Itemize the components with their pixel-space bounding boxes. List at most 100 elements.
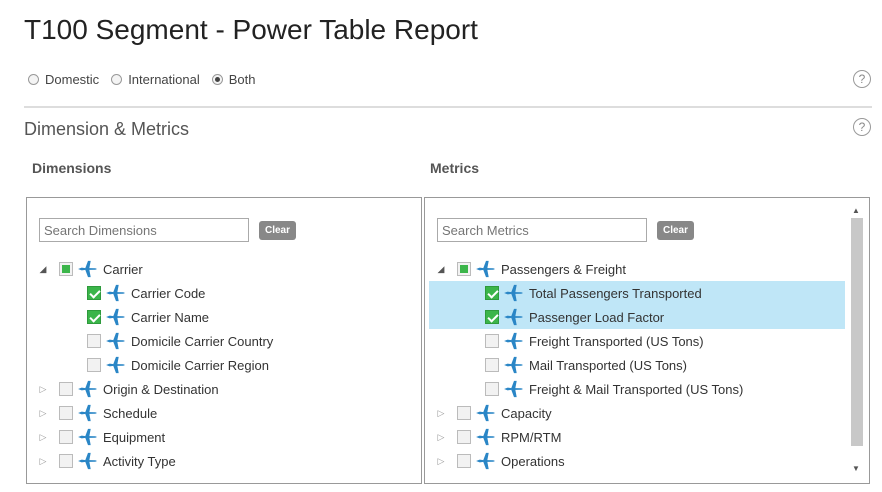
tree-node[interactable]: Freight Transported (US Tons) [429, 329, 845, 353]
checkbox[interactable] [457, 454, 471, 468]
checkbox[interactable] [485, 358, 499, 372]
expand-arrow-icon[interactable]: ▷ [39, 408, 47, 419]
checkbox[interactable] [59, 430, 73, 444]
tree-node[interactable]: Passenger Load Factor [429, 305, 845, 329]
checkbox[interactable] [485, 334, 499, 348]
radio-button[interactable] [28, 74, 39, 85]
tree-node[interactable]: Total Passengers Transported [429, 281, 845, 305]
collapse-arrow-icon[interactable]: ◢ [437, 264, 445, 275]
expand-arrow-icon[interactable]: ▷ [437, 432, 445, 443]
dimensions-search-input[interactable] [39, 218, 249, 242]
scope-option-both[interactable]: Both [211, 72, 256, 87]
scroll-up-icon[interactable]: ▲ [852, 206, 860, 215]
checkbox[interactable] [457, 262, 471, 276]
tree-node[interactable]: Carrier Code [31, 281, 421, 305]
tree-node[interactable]: ▷ Operations [429, 449, 845, 473]
tree-node-label: Carrier [103, 261, 143, 277]
checkbox[interactable] [87, 286, 101, 300]
tree-node-label: Activity Type [103, 453, 176, 469]
plane-icon [503, 356, 525, 374]
plane-icon [475, 404, 497, 422]
checkbox[interactable] [87, 358, 101, 372]
tree-node-label: Schedule [103, 405, 158, 421]
tree-node[interactable]: ▷ Equipment [31, 425, 421, 449]
metrics-search-input[interactable] [437, 218, 647, 242]
tree-node[interactable]: ▷ Capacity [429, 401, 845, 425]
dimensions-tree: ◢ Carrier Carrier Code Carrier Name Domicile… [31, 257, 421, 473]
tree-node-label: Freight & Mail Transported (US Tons) [529, 381, 744, 397]
scope-radio-group: Domestic International Both [28, 72, 268, 87]
tree-node[interactable]: Domicile Carrier Region [31, 353, 421, 377]
section-title: Dimension & Metrics [24, 119, 190, 139]
tree-node-label: Domicile Carrier Country [131, 333, 274, 349]
tree-node[interactable]: ◢ Passengers & Freight [429, 257, 845, 281]
divider [24, 106, 872, 108]
dimensions-label: Dimensions [32, 160, 112, 176]
plane-icon [77, 452, 99, 470]
metrics-clear-button[interactable]: Clear [657, 220, 695, 240]
tree-node[interactable]: Carrier Name [31, 305, 421, 329]
tree-node-label: Capacity [501, 405, 552, 421]
plane-icon [105, 332, 127, 350]
plane-icon [503, 380, 525, 398]
tree-node[interactable]: Freight & Mail Transported (US Tons) [429, 377, 845, 401]
plane-icon [475, 428, 497, 446]
radio-button[interactable] [111, 74, 123, 85]
tree-node[interactable]: ▷ RPM/RTM [429, 425, 845, 449]
radio-button[interactable] [211, 74, 223, 85]
plane-icon [503, 284, 525, 302]
checkbox[interactable] [457, 406, 471, 420]
checkbox[interactable] [87, 310, 101, 324]
plane-icon [105, 284, 127, 302]
tree-node[interactable]: Domicile Carrier Country [31, 329, 421, 353]
metrics-scrollbar[interactable]: ▲ ▼ [847, 198, 869, 483]
collapse-arrow-icon[interactable]: ◢ [39, 264, 47, 275]
plane-icon [503, 332, 525, 350]
plane-icon [503, 308, 525, 326]
dimensions-search-row: Clear [39, 218, 297, 242]
radio-label: Domestic [45, 72, 100, 87]
scroll-thumb[interactable] [851, 218, 863, 446]
radio-label: Both [228, 72, 256, 87]
scope-help-icon[interactable]: ? [853, 70, 871, 88]
plane-icon [77, 404, 99, 422]
checkbox[interactable] [59, 406, 73, 420]
dimensions-clear-button[interactable]: Clear [259, 220, 297, 240]
tree-node-label: Freight Transported (US Tons) [529, 333, 704, 349]
tree-node-label: Mail Transported (US Tons) [529, 357, 687, 373]
checkbox[interactable] [59, 454, 73, 468]
expand-arrow-icon[interactable]: ▷ [39, 432, 47, 443]
checkbox[interactable] [457, 430, 471, 444]
plane-icon [475, 260, 497, 278]
checkbox[interactable] [59, 262, 73, 276]
tree-node[interactable]: Mail Transported (US Tons) [429, 353, 845, 377]
tree-node[interactable]: ▷ Origin & Destination [31, 377, 421, 401]
scope-option-international[interactable]: International [111, 72, 200, 87]
tree-node[interactable]: ◢ Carrier [31, 257, 421, 281]
radio-label: International [128, 72, 200, 87]
tree-node[interactable]: ▷ Schedule [31, 401, 421, 425]
tree-node-label: Operations [501, 453, 565, 469]
checkbox[interactable] [485, 310, 499, 324]
expand-arrow-icon[interactable]: ▷ [39, 456, 47, 467]
plane-icon [475, 452, 497, 470]
checkbox[interactable] [59, 382, 73, 396]
expand-arrow-icon[interactable]: ▷ [39, 384, 47, 395]
tree-node-label: Carrier Name [131, 309, 210, 325]
section-help-icon[interactable]: ? [853, 118, 871, 136]
tree-node-label: Carrier Code [131, 285, 206, 301]
expand-arrow-icon[interactable]: ▷ [437, 456, 445, 467]
scope-option-domestic[interactable]: Domestic [28, 72, 99, 87]
scroll-down-icon[interactable]: ▼ [852, 464, 860, 473]
tree-node-label: Passengers & Freight [501, 261, 627, 277]
tree-node[interactable]: ▷ Activity Type [31, 449, 421, 473]
metrics-tree: ◢ Passengers & Freight Total Passengers Tr… [429, 257, 845, 473]
checkbox[interactable] [485, 286, 499, 300]
checkbox[interactable] [485, 382, 499, 396]
metrics-search-row: Clear [437, 218, 695, 242]
tree-node-label: Passenger Load Factor [529, 309, 665, 325]
checkbox[interactable] [87, 334, 101, 348]
metrics-label: Metrics [430, 160, 480, 176]
tree-node-label: Domicile Carrier Region [131, 357, 269, 373]
expand-arrow-icon[interactable]: ▷ [437, 408, 445, 419]
